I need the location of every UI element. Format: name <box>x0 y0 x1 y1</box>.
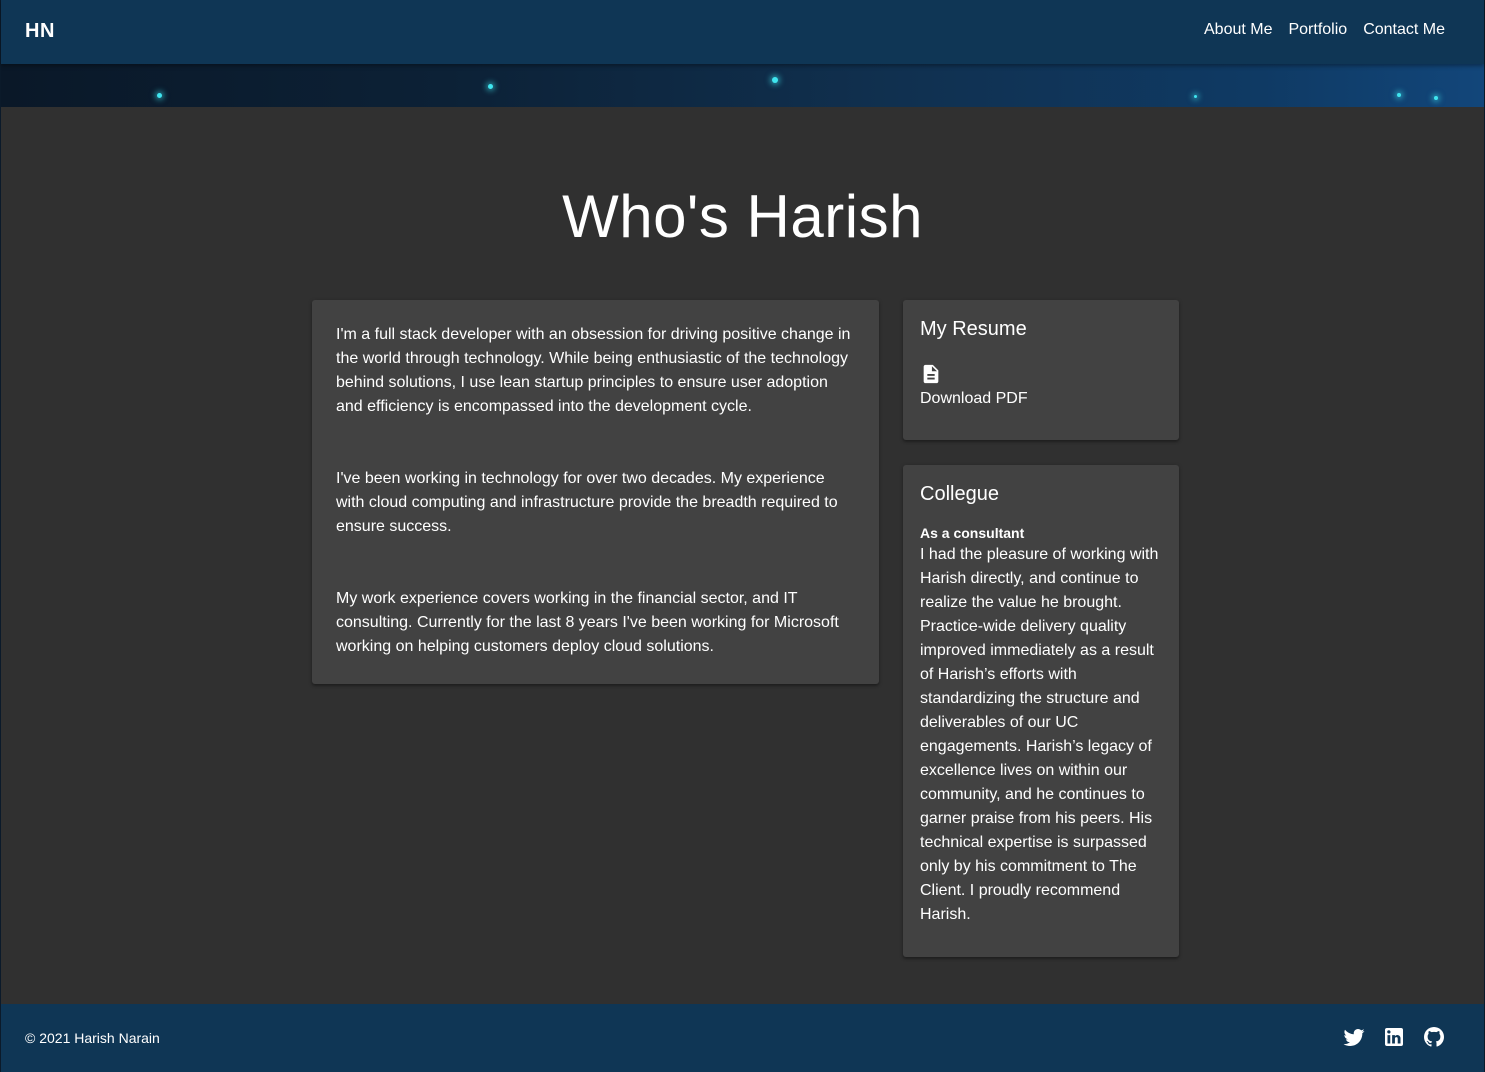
nav-about-me[interactable]: About Me <box>1204 21 1272 39</box>
social-links <box>1342 1025 1446 1049</box>
colleague-testimonial-card: Collegue As a consultant I had the pleas… <box>903 465 1179 957</box>
star <box>1434 96 1438 100</box>
star <box>157 93 162 98</box>
star <box>1194 95 1197 98</box>
page-title: Who's Harish <box>562 183 923 250</box>
resume-title: My Resume <box>920 318 1027 340</box>
about-paragraph: I'm a full stack developer with an obses… <box>336 326 851 415</box>
twitter-icon[interactable] <box>1342 1025 1366 1049</box>
footer: © 2021 Harish Narain <box>1 1004 1484 1072</box>
star <box>488 84 493 89</box>
about-paragraph: I've been working in technology for over… <box>336 470 838 535</box>
brand-logo[interactable]: HN <box>25 20 55 43</box>
star <box>772 77 778 83</box>
download-pdf-link[interactable]: Download PDF <box>920 390 1162 408</box>
top-navbar: HN About Me Portfolio Contact Me <box>1 0 1484 64</box>
nav-links: About Me Portfolio Contact Me <box>1204 21 1445 39</box>
nav-contact-me[interactable]: Contact Me <box>1363 21 1445 39</box>
resume-card: My Resume Download PDF <box>903 300 1179 440</box>
copyright-text: © 2021 Harish Narain <box>25 1030 160 1046</box>
linkedin-icon[interactable] <box>1382 1025 1406 1049</box>
testimonial-subtitle: As a consultant <box>920 525 1025 541</box>
colleague-title: Collegue <box>920 483 999 505</box>
github-icon[interactable] <box>1422 1025 1446 1049</box>
page: HN About Me Portfolio Contact Me Who's H… <box>0 0 1485 1072</box>
hero-starfield-banner <box>1 64 1484 107</box>
document-icon[interactable] <box>920 362 942 386</box>
about-card: I'm a full stack developer with an obses… <box>312 300 879 684</box>
testimonial-quote: I had the pleasure of working with Haris… <box>920 546 1159 923</box>
about-paragraph: My work experience covers working in the… <box>336 590 839 655</box>
nav-portfolio[interactable]: Portfolio <box>1288 21 1347 39</box>
star <box>1397 93 1401 97</box>
